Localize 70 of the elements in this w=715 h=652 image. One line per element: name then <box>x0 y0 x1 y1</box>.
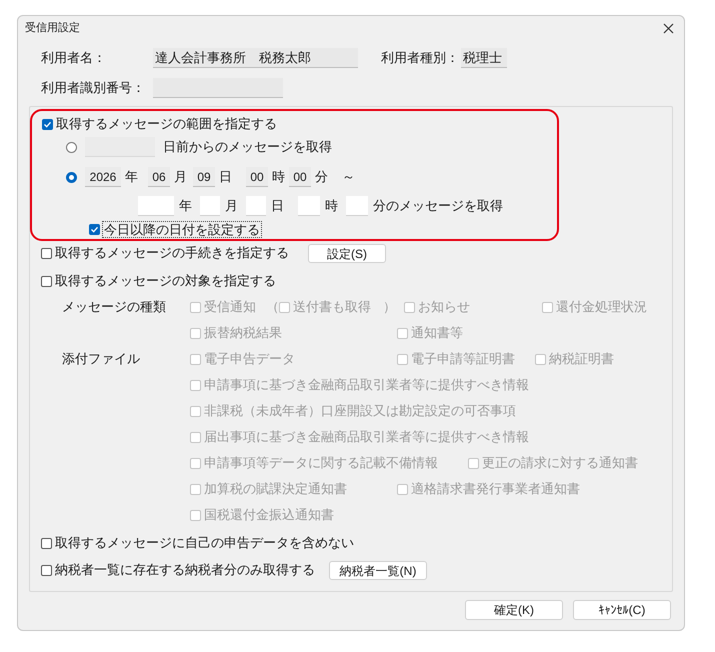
days-field[interactable] <box>85 137 155 157</box>
section-label: 添付ファイル <box>62 350 141 368</box>
close-icon[interactable] <box>663 22 674 34</box>
unit-label: 年 <box>179 197 192 216</box>
button[interactable]: ｷｬﾝｾﾙ(C) <box>573 600 671 620</box>
unit-label: 時 <box>272 168 285 186</box>
unit-label: 日 <box>271 197 284 216</box>
checkbox-label: 国税還付金振込通知書 <box>204 506 334 524</box>
checkbox[interactable] <box>89 224 100 234</box>
unit-label: 時 <box>325 197 338 216</box>
checkbox-label: 更正の請求に対する通知書 <box>482 454 638 472</box>
user-type-field[interactable]: 税理士 <box>461 48 507 68</box>
unit-label: 分 <box>315 168 328 186</box>
field-label: 利用者名： <box>41 49 107 68</box>
field-label: 利用者種別： <box>381 49 460 68</box>
checkbox-label: 今日以降の日付を設定する <box>102 220 262 238</box>
checkbox-label: 取得するメッセージの手続きを指定する <box>55 244 289 262</box>
checkbox-label: 非課税（未成年者）口座開設又は勘定設定の可否事項 <box>204 402 516 420</box>
checkbox-label: 加算税の賦課決定通知書 <box>204 480 347 498</box>
date-field[interactable]: 00 <box>246 167 268 187</box>
checkbox-label: 受信通知 <box>204 298 256 316</box>
date-field[interactable] <box>246 196 266 216</box>
checkbox-label: 届出事項に基づき金融商品取引業者等に提供すべき情報 <box>204 428 529 446</box>
user-name-field[interactable]: 達人会計事務所 税務太郎 <box>153 48 358 68</box>
button[interactable]: 確定(K) <box>465 600 563 620</box>
checkbox-label: 取得するメッセージの対象を指定する <box>55 272 276 290</box>
checkbox[interactable] <box>41 276 52 286</box>
date-field[interactable]: 09 <box>193 167 215 187</box>
checkbox-label: 送付書も取得 <box>293 298 371 316</box>
button[interactable]: 納税者一覧(N) <box>329 560 427 580</box>
date-field[interactable]: 06 <box>148 167 170 187</box>
checkbox-label: 申請事項に基づき金融商品取引業者等に提供すべき情報 <box>204 376 529 394</box>
radio-button[interactable] <box>66 172 77 182</box>
checkbox-label: 還付金処理状況 <box>556 298 647 316</box>
checkbox-label: 取得するメッセージに自己の申告データを含めない <box>55 534 354 552</box>
button[interactable]: 設定(S) <box>308 244 386 262</box>
checkbox[interactable] <box>41 564 52 576</box>
checkbox-label: 適格請求書発行事業者通知書 <box>411 480 580 498</box>
date-field[interactable] <box>138 196 174 216</box>
checkbox[interactable] <box>41 538 52 548</box>
unit-label: 日 <box>219 168 232 186</box>
unit-label: 年 <box>125 168 138 186</box>
checkbox[interactable] <box>41 248 52 258</box>
checkbox-label: 取得するメッセージの範囲を指定する <box>56 115 277 134</box>
date-field[interactable] <box>200 196 220 216</box>
unit-label: 月 <box>225 197 238 216</box>
date-field[interactable]: 00 <box>289 167 311 187</box>
checkbox[interactable] <box>42 118 53 130</box>
window-title: 受信用設定 <box>25 20 80 36</box>
unit-label: 月 <box>174 168 187 186</box>
option-label: 日前からのメッセージを取得 <box>163 138 332 156</box>
checkbox-label: 電子申請等証明書 <box>411 350 515 368</box>
checkbox-label: 通知書等 <box>411 324 463 342</box>
date-field[interactable] <box>298 196 320 216</box>
checkbox-label: 振替納税結果 <box>204 324 282 342</box>
section-label: メッセージの種類 <box>62 298 167 316</box>
user-id-field[interactable] <box>153 78 283 98</box>
radio-button[interactable] <box>66 142 77 152</box>
parenthesis: （ <box>266 298 279 316</box>
unit-label: 分のメッセージを取得 <box>373 197 503 216</box>
tilde-label: ～ <box>342 168 355 186</box>
checkbox-label: 申請事項等データに関する記載不備情報 <box>204 454 438 472</box>
date-field[interactable] <box>346 196 368 216</box>
date-field[interactable]: 2026 <box>85 167 121 187</box>
checkbox-label: 納税者一覧に存在する納税者分のみ取得する <box>55 561 315 580</box>
checkbox-label: 電子申告データ <box>204 350 295 368</box>
checkbox-label: 納税証明書 <box>549 350 614 368</box>
checkbox-label: お知らせ <box>418 298 470 316</box>
parenthesis: ） <box>383 298 396 316</box>
field-label: 利用者識別番号： <box>41 79 146 98</box>
